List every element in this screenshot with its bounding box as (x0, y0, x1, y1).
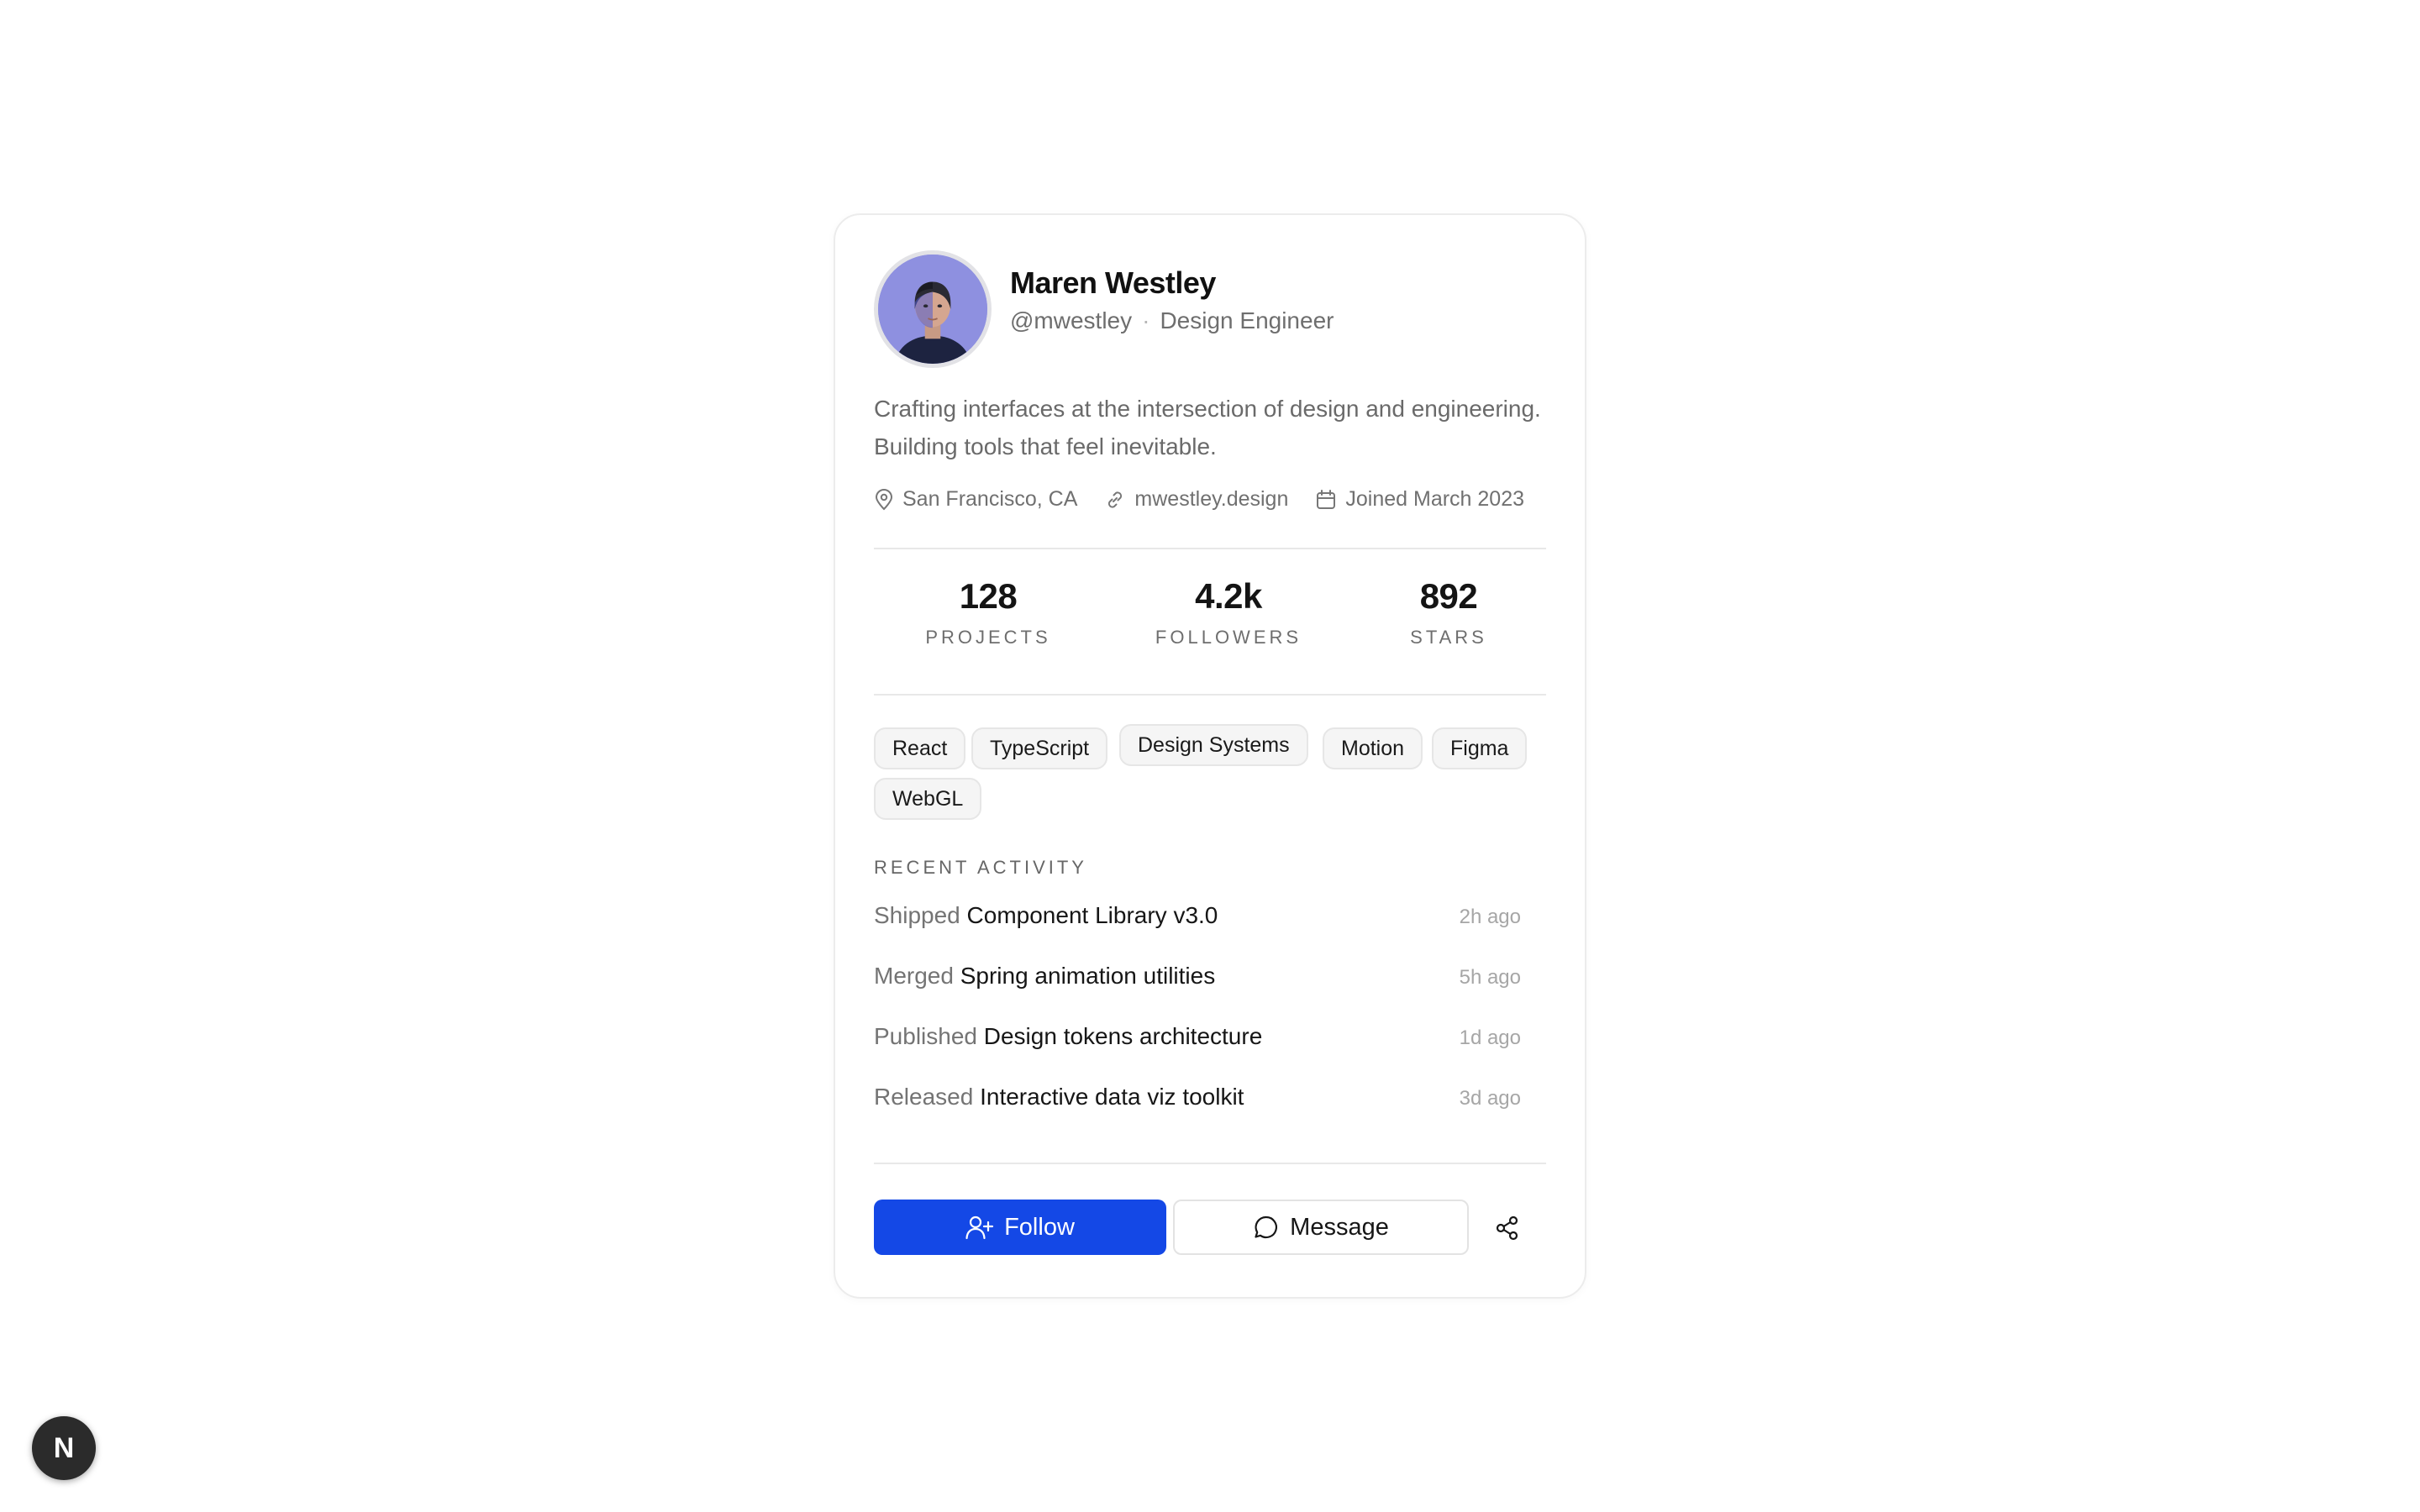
stats-row: 128 PROJECTS 4.2k FOLLOWERS 892 STARS (874, 576, 1546, 669)
activity-time: 1d ago (1459, 1026, 1521, 1049)
activity-time: 5h ago (1459, 966, 1521, 989)
activity-object: Design tokens architecture (983, 1023, 1263, 1049)
profile-header: Maren Westley @mwestley · Design Engineer (874, 250, 1546, 368)
divider (874, 1163, 1546, 1164)
profile-handle: @mwestley (1010, 307, 1133, 333)
profile-bio: Crafting interfaces at the intersection … (874, 396, 1541, 459)
activity-item[interactable]: Shipped Component Library v3.0 2h ago (874, 902, 1521, 936)
badge-letter: N (53, 1431, 75, 1464)
activity-item[interactable]: Released Interactive data viz toolkit 3d… (874, 1084, 1521, 1117)
page: Maren Westley @mwestley · Design Engineer … (0, 0, 2420, 1512)
tag-react[interactable]: React (874, 727, 966, 769)
divider (874, 548, 1546, 549)
separator-dot: · (1142, 307, 1150, 333)
activity-time: 3d ago (1459, 1087, 1521, 1110)
activity-verb: Merged (874, 963, 954, 989)
activity-object: Spring animation utilities (960, 963, 1216, 989)
website-link[interactable]: mwestley.design (1134, 487, 1288, 512)
map-pin-icon (875, 488, 893, 510)
follow-label: Follow (1004, 1213, 1075, 1241)
calendar-icon (1317, 489, 1336, 509)
stat-projects[interactable]: 128 PROJECTS (896, 576, 1081, 648)
stat-label: PROJECTS (925, 627, 1051, 648)
chat-bubble-icon (1255, 1215, 1278, 1239)
tag-webgl[interactable]: WebGL (874, 778, 982, 820)
stat-followers[interactable]: 4.2k FOLLOWERS (1136, 576, 1321, 648)
stat-stars[interactable]: 892 STARS (1356, 576, 1541, 648)
person-portrait-avatar-icon (878, 255, 987, 364)
link-icon (1108, 491, 1123, 508)
activity-object: Component Library v3.0 (966, 902, 1218, 928)
stat-value: 892 (1419, 576, 1478, 616)
profile-role: Design Engineer (1160, 307, 1334, 333)
activity-object: Interactive data viz toolkit (980, 1084, 1244, 1110)
meta-website[interactable]: mwestley.design (1104, 487, 1288, 512)
location-text: San Francisco, CA (902, 487, 1078, 511)
message-label: Message (1290, 1213, 1389, 1241)
dev-tools-badge[interactable]: N (32, 1416, 96, 1480)
activity-item[interactable]: Published Design tokens architecture 1d … (874, 1023, 1521, 1057)
activity-verb: Released (874, 1084, 974, 1110)
follow-button[interactable]: Follow (874, 1200, 1166, 1255)
profile-subline: @mwestley · Design Engineer (1010, 307, 1334, 334)
avatar[interactable] (874, 250, 992, 368)
tag-figma[interactable]: Figma (1432, 727, 1528, 769)
stat-label: FOLLOWERS (1155, 627, 1302, 648)
meta-joined: Joined March 2023 (1315, 487, 1524, 512)
divider (874, 694, 1546, 696)
user-plus-icon (965, 1215, 994, 1240)
stat-label: STARS (1410, 627, 1487, 648)
share-button[interactable] (1487, 1208, 1528, 1248)
profile-card: Maren Westley @mwestley · Design Engineer … (834, 213, 1586, 1299)
action-bar: Follow Message (874, 1200, 1546, 1255)
tag-motion[interactable]: Motion (1323, 727, 1423, 769)
activity-time: 2h ago (1459, 906, 1521, 928)
joined-text: Joined March 2023 (1345, 487, 1525, 511)
tag-design-systems[interactable]: Design Systems (1119, 724, 1308, 766)
meta-location: San Francisco, CA (874, 487, 1077, 512)
stat-value: 128 (959, 576, 1018, 616)
message-button[interactable]: Message (1173, 1200, 1469, 1255)
profile-meta: San Francisco, CA mwestley.design Joined… (874, 487, 1563, 512)
activity-item[interactable]: Merged Spring animation utilities 5h ago (874, 963, 1521, 996)
recent-activity-heading: RECENT ACTIVITY (874, 857, 1087, 878)
share-icon (1496, 1215, 1518, 1241)
activity-verb: Shipped (874, 902, 960, 928)
tag-typescript[interactable]: TypeScript (971, 727, 1108, 769)
profile-name: Maren Westley (1010, 265, 1216, 300)
activity-verb: Published (874, 1023, 977, 1049)
stat-value: 4.2k (1195, 576, 1262, 616)
